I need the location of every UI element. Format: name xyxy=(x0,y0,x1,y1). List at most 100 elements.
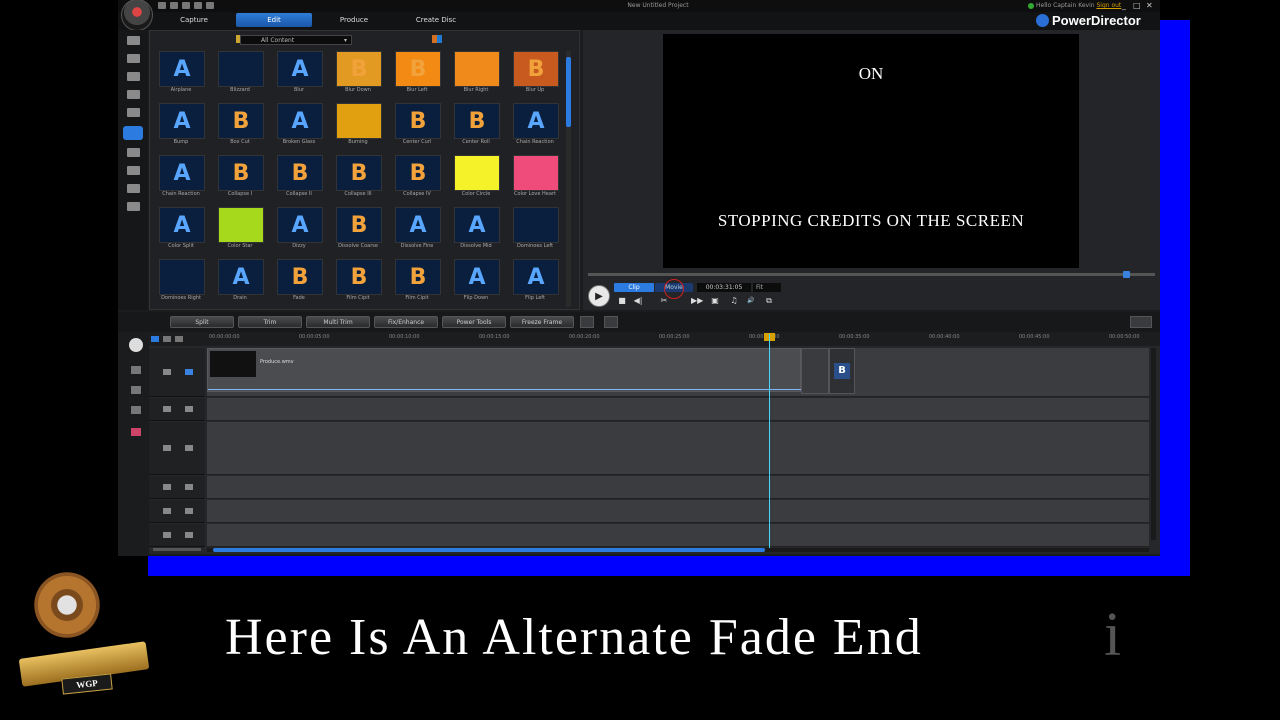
video-track-header[interactable] xyxy=(149,348,205,397)
transition-thumbnail-item[interactable]: B Box Cut xyxy=(213,103,267,155)
transition-thumbnail-item[interactable]: A Color Split xyxy=(154,207,208,259)
transition-thumbnail-item[interactable]: Blizzard xyxy=(213,51,267,103)
options-icon[interactable] xyxy=(129,338,143,352)
tab-capture[interactable]: Capture xyxy=(156,13,232,27)
voice-over-icon[interactable] xyxy=(127,166,140,175)
clip-mode-button[interactable]: Clip xyxy=(614,283,654,292)
capture-icon[interactable] xyxy=(127,54,140,63)
transition-thumbnail-item[interactable]: A Chain Reaction xyxy=(508,103,562,155)
track-mode-icon[interactable] xyxy=(151,336,159,342)
transition-thumbnail-item[interactable]: Color Star xyxy=(213,207,267,259)
title-track-header[interactable] xyxy=(149,476,205,499)
sign-out-link[interactable]: Sign out xyxy=(1096,2,1121,9)
media-room-icon[interactable] xyxy=(127,36,140,45)
close-button[interactable]: ✕ xyxy=(1146,0,1153,11)
transition-thumbnail-item[interactable]: B Film Cipit xyxy=(390,259,444,311)
track-manager-icon[interactable] xyxy=(175,336,183,342)
voice-track-header[interactable] xyxy=(149,500,205,523)
split-button[interactable]: Split xyxy=(170,316,234,328)
preview-quality-select[interactable]: Fit xyxy=(753,283,781,292)
timecode-display[interactable]: 00:03:31:05 xyxy=(697,283,751,292)
timeline-view-icon[interactable] xyxy=(1130,316,1152,328)
transition-thumbnail-item[interactable]: Color Love Heart xyxy=(508,155,562,207)
pip-track-header[interactable] xyxy=(149,422,205,475)
particle-room-icon[interactable] xyxy=(127,108,140,117)
lock-icon[interactable] xyxy=(163,532,171,538)
view-toggle-icon[interactable] xyxy=(432,35,442,43)
snapshot-icon[interactable]: ▣ xyxy=(710,296,720,305)
maximize-button[interactable]: □ xyxy=(1133,0,1141,11)
transition-thumbnail-item[interactable]: Blur Right xyxy=(449,51,503,103)
transition-clip[interactable]: B xyxy=(829,348,855,394)
transition-thumbnail-item[interactable]: B Blur Down xyxy=(331,51,385,103)
transition-thumbnail-item[interactable]: A Flip Left xyxy=(508,259,562,311)
fx-track-header[interactable] xyxy=(149,398,205,421)
preview-scrub-knob[interactable] xyxy=(1123,271,1130,278)
timeline-ruler[interactable]: 00:00:00:00 00:00:05:00 00:00:10:00 00:0… xyxy=(149,332,1160,346)
trim-button[interactable]: Trim xyxy=(238,316,302,328)
transition-thumbnail-item[interactable]: B Collapse I xyxy=(213,155,267,207)
quick-icon-3[interactable] xyxy=(182,2,190,9)
pip-room-icon[interactable] xyxy=(127,72,140,81)
audio-icon[interactable]: ♫ xyxy=(729,296,739,305)
transition-thumbnail-item[interactable]: A Broken Glass xyxy=(272,103,326,155)
more-tools-icon[interactable] xyxy=(604,316,618,328)
voice-track-lane[interactable] xyxy=(207,500,1149,523)
magic-tool-icon[interactable] xyxy=(131,428,141,436)
tab-edit[interactable]: Edit xyxy=(236,13,312,27)
lock-icon[interactable] xyxy=(163,445,171,451)
quick-icon-2[interactable] xyxy=(170,2,178,9)
lock-icon[interactable] xyxy=(163,369,171,375)
transition-room-icon[interactable] xyxy=(123,126,143,140)
title-room-icon[interactable] xyxy=(127,90,140,99)
subtitle-room-icon[interactable] xyxy=(127,202,140,211)
fast-forward-icon[interactable]: ▶▶ xyxy=(691,296,703,305)
quick-icon-4[interactable] xyxy=(194,2,202,9)
transition-thumbnail-item[interactable]: B Film Cipit xyxy=(331,259,385,311)
transition-thumbnail-item[interactable]: A Blur xyxy=(272,51,326,103)
chapter-room-icon[interactable] xyxy=(127,184,140,193)
transition-thumbnail-item[interactable]: B Blur Left xyxy=(390,51,444,103)
minimize-button[interactable]: _ xyxy=(1122,0,1126,11)
fix-enhance-button[interactable]: Fix/Enhance xyxy=(374,316,438,328)
audio-mixing-icon[interactable] xyxy=(127,148,140,157)
storyboard-mode-icon[interactable] xyxy=(163,336,171,342)
play-button[interactable]: ▶ xyxy=(588,285,610,307)
delete-icon[interactable] xyxy=(580,316,594,328)
lock-icon[interactable] xyxy=(163,484,171,490)
credits-clip[interactable] xyxy=(801,348,829,394)
freeze-frame-button[interactable]: Freeze Frame xyxy=(510,316,574,328)
split-icon[interactable]: ✂ xyxy=(659,296,669,305)
transition-thumbnail-item[interactable]: Burning xyxy=(331,103,385,155)
transition-thumbnail-item[interactable]: B Blur Up xyxy=(508,51,562,103)
lock-icon[interactable] xyxy=(163,508,171,514)
transition-thumbnail-item[interactable]: B Collapse III xyxy=(331,155,385,207)
stop-icon[interactable]: ■ xyxy=(617,296,627,305)
transition-thumbnail-item[interactable]: A Bump xyxy=(154,103,208,155)
preview-scrub-slider[interactable] xyxy=(588,273,1155,276)
transition-thumbnail-item[interactable]: B Dissolve Coarse xyxy=(331,207,385,259)
timeline-vertical-scrollbar[interactable] xyxy=(1151,348,1156,540)
lock-icon[interactable] xyxy=(163,406,171,412)
transition-thumbnail-item[interactable]: Dominoes Right xyxy=(154,259,208,311)
library-scrollbar-thumb[interactable] xyxy=(566,57,571,127)
tab-create-disc[interactable]: Create Disc xyxy=(398,13,474,27)
power-tools-button[interactable]: Power Tools xyxy=(442,316,506,328)
previous-frame-icon[interactable]: ◀| xyxy=(633,296,643,305)
transition-thumbnail-item[interactable]: Color Circle xyxy=(449,155,503,207)
keyframe-tool-icon[interactable] xyxy=(131,406,141,414)
app-logo-icon[interactable] xyxy=(121,0,153,31)
library-filter-select[interactable]: All Content ▾ xyxy=(240,35,352,45)
trim-tool-icon[interactable] xyxy=(131,366,141,374)
timeline-scrollbar-thumb[interactable] xyxy=(213,548,765,552)
transition-thumbnail-item[interactable]: Dominoes Left xyxy=(508,207,562,259)
transition-thumbnail-item[interactable]: A Dissolve Mid xyxy=(449,207,503,259)
volume-icon[interactable]: 🔊 xyxy=(746,296,756,305)
transition-thumbnail-item[interactable]: A Dizzy xyxy=(272,207,326,259)
transition-thumbnail-item[interactable]: A Flip Down xyxy=(449,259,503,311)
fx-track-lane[interactable] xyxy=(207,398,1149,421)
video-clip[interactable]: Produce.wmv xyxy=(207,348,802,392)
undock-icon[interactable]: ⧉ xyxy=(764,296,774,305)
tab-produce[interactable]: Produce xyxy=(316,13,392,27)
transition-thumbnail-item[interactable]: A Airplane xyxy=(154,51,208,103)
